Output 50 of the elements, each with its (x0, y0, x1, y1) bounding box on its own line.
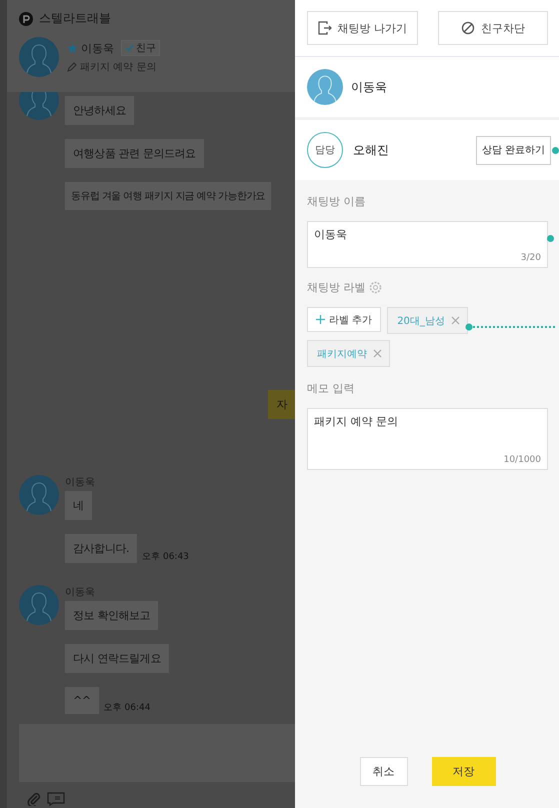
annotation-dot (547, 235, 554, 242)
staff-badge: 담당 (307, 132, 343, 168)
message-bubble: 네 (65, 491, 92, 520)
exit-icon (318, 21, 332, 35)
logo-icon (19, 12, 33, 26)
message-bubble: 감사합니다. (65, 534, 138, 563)
message-input-field[interactable] (19, 724, 295, 782)
contact-name: 이동욱 (81, 40, 114, 56)
cancel-button[interactable]: 취소 (360, 757, 408, 786)
save-button[interactable]: 저장 (432, 757, 496, 786)
message-bubble: 여행상품 관련 문의드려요 (65, 139, 204, 168)
tag-text: 패키지예약 (317, 348, 367, 360)
field-label: 메모 입력 (307, 381, 356, 396)
staff-name: 오해진 (353, 142, 390, 158)
friend-label: 친구 (136, 42, 156, 55)
paperclip-icon (27, 792, 41, 806)
pencil-icon (67, 62, 77, 72)
app-title: 스텔라트래블 (39, 10, 111, 27)
gear-icon (368, 281, 382, 294)
field-label: 채팅방 이름 (307, 194, 366, 209)
tag-text: 20대_남성 (397, 314, 445, 328)
close-icon (373, 349, 382, 358)
avatar-icon (19, 37, 59, 77)
add-label-button[interactable]: 라벨 추가 (307, 307, 382, 332)
complete-consultation-button[interactable]: 상담 완료하기 (476, 136, 551, 164)
avatar-icon (307, 69, 343, 105)
leave-chat-button[interactable]: 채팅방 나가기 (307, 11, 418, 45)
room-name-field[interactable]: 이동욱 3/20 (307, 221, 548, 268)
message-bubble: 자 (268, 390, 295, 419)
message-time: 오후 06:43 (142, 551, 189, 563)
character-counter: 10/1000 (504, 455, 541, 465)
message-bubble: 정보 확인해보고 (65, 601, 158, 630)
message-bubble: ^^ (65, 687, 99, 714)
plus-icon (316, 315, 325, 324)
memo-field[interactable]: 패키지 예약 문의 10/1000 (307, 408, 548, 470)
speech-card-icon (47, 792, 65, 806)
message-bubble: 다시 연락드릴게요 (65, 644, 169, 673)
profile-name: 이동욱 (351, 78, 387, 96)
avatar-icon (19, 585, 59, 625)
check-icon (125, 44, 134, 52)
block-friend-button[interactable]: 친구차단 (438, 11, 548, 45)
annotation-dot (552, 146, 559, 154)
close-icon (450, 316, 460, 325)
field-label: 채팅방 라벨 (307, 280, 366, 295)
message-bubble: 안녕하세요 (65, 96, 134, 125)
message-time: 오후 06:44 (104, 702, 150, 714)
prohibited-icon (460, 21, 475, 35)
character-counter: 3/20 (520, 253, 541, 263)
message-bubble: 동유럽 겨울 여행 패키지 지금 예약 가능한가요 (65, 182, 272, 210)
avatar-icon (19, 475, 59, 515)
